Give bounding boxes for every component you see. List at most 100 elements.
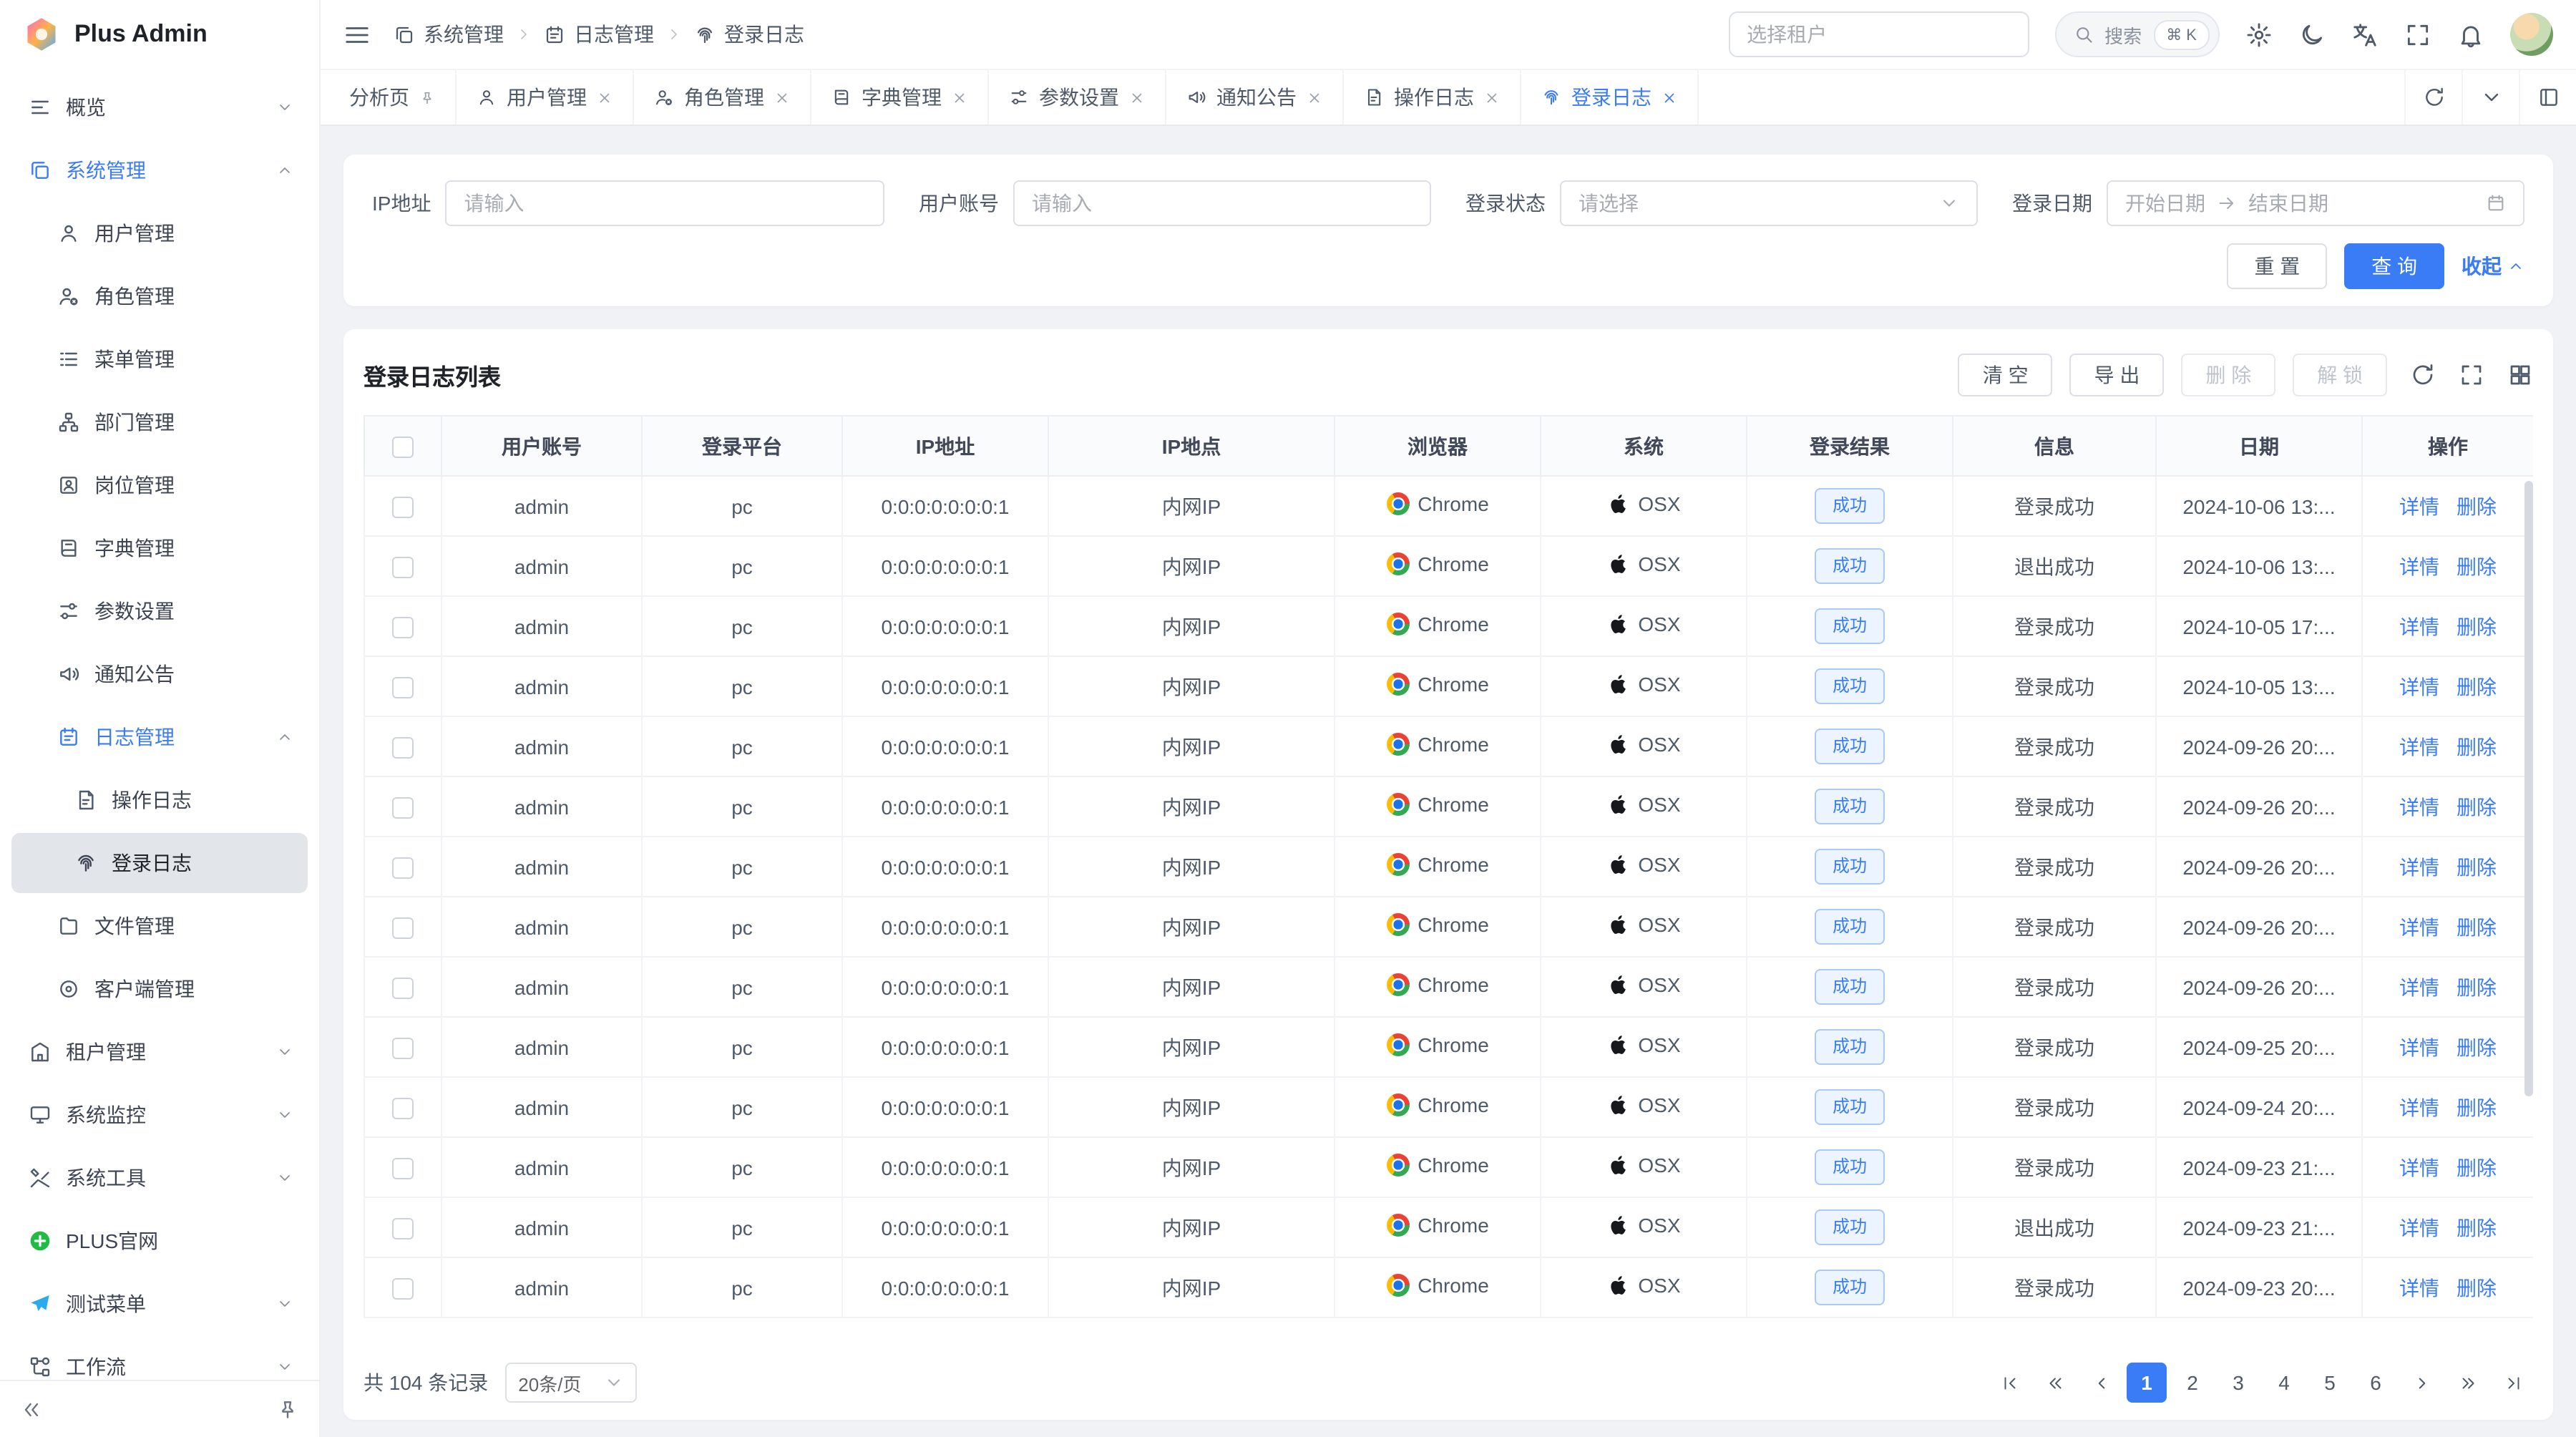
page-2-button[interactable]: 2 [2172,1363,2212,1403]
breadcrumb-system-management[interactable]: 系统管理 [394,20,504,49]
delete-link[interactable]: 删除 [2457,732,2497,761]
row-checkbox[interactable] [392,1158,414,1179]
detail-link[interactable]: 详情 [2399,672,2439,701]
pin-sidebar-icon[interactable] [276,1398,299,1421]
delete-link[interactable]: 删除 [2457,672,2497,701]
sidebar-item-tenant-management[interactable]: 租户管理 [11,1022,308,1082]
tab-user-management[interactable]: 用户管理 [457,70,634,125]
sidebar-item-operation-log[interactable]: 操作日志 [11,770,308,830]
app-logo[interactable]: Plus Admin [0,0,319,69]
sidebar-item-role-management[interactable]: 角色管理 [11,266,308,326]
table-fullscreen-icon[interactable] [2459,362,2484,388]
tab-options-chevron-icon[interactable] [2462,70,2519,125]
breadcrumb-log-management[interactable]: 日志管理 [544,20,654,49]
breadcrumb-login-log[interactable]: 登录日志 [694,20,804,49]
sidebar-item-system-tools[interactable]: 系统工具 [11,1148,308,1208]
sidebar-item-notice[interactable]: 通知公告 [11,644,308,704]
global-search[interactable]: 搜索 ⌘ K [2054,11,2220,57]
row-checkbox[interactable] [392,557,414,578]
settings-gear-icon[interactable] [2245,21,2273,48]
sidebar-item-system-monitor[interactable]: 系统监控 [11,1085,308,1145]
delete-link[interactable]: 删除 [2457,552,2497,580]
delete-link[interactable]: 删除 [2457,612,2497,640]
tenant-select[interactable] [1728,11,2029,57]
row-checkbox[interactable] [392,978,414,999]
clear-button[interactable]: 清 空 [1958,354,2053,396]
sidebar-item-test-menu[interactable]: 测试菜单 [11,1274,308,1334]
delete-link[interactable]: 删除 [2457,1153,2497,1182]
user-account-input[interactable] [1013,180,1431,226]
delete-button[interactable]: 删 除 [2181,354,2275,396]
close-tab-icon[interactable] [1662,89,1677,105]
sidebar-item-post-management[interactable]: 岗位管理 [11,455,308,515]
close-tab-icon[interactable] [1129,89,1145,105]
tab-analysis[interactable]: 分析页 [329,70,457,125]
row-checkbox[interactable] [392,1038,414,1059]
sidebar-item-workflow[interactable]: 工作流 [11,1337,308,1380]
tab-login-log[interactable]: 登录日志 [1521,70,1699,125]
close-tab-icon[interactable] [597,89,613,105]
page-1-button[interactable]: 1 [2127,1363,2167,1403]
fast-forward-button[interactable] [2447,1363,2487,1403]
detail-link[interactable]: 详情 [2399,1093,2439,1121]
collapse-filter-link[interactable]: 收起 [2462,252,2524,281]
delete-link[interactable]: 删除 [2457,912,2497,941]
page-4-button[interactable]: 4 [2264,1363,2304,1403]
sidebar-item-log-management[interactable]: 日志管理 [11,707,308,767]
collapse-sidebar-icon[interactable] [20,1398,43,1421]
tab-param-settings[interactable]: 参数设置 [989,70,1166,125]
table-refresh-icon[interactable] [2410,362,2436,388]
row-checkbox[interactable] [392,1098,414,1119]
delete-link[interactable]: 删除 [2457,792,2497,821]
page-5-button[interactable]: 5 [2310,1363,2350,1403]
delete-link[interactable]: 删除 [2457,852,2497,881]
row-checkbox[interactable] [392,677,414,698]
dark-mode-moon-icon[interactable] [2298,21,2326,48]
query-button[interactable]: 查 询 [2344,243,2444,289]
notification-bell-icon[interactable] [2457,21,2484,48]
content-fullscreen-icon[interactable] [2519,70,2576,125]
detail-link[interactable]: 详情 [2399,973,2439,1001]
next-page-button[interactable] [2401,1363,2441,1403]
delete-link[interactable]: 删除 [2457,492,2497,520]
prev-page-button[interactable] [2081,1363,2121,1403]
row-checkbox[interactable] [392,1278,414,1300]
user-avatar[interactable] [2510,13,2553,56]
pin-icon[interactable] [419,89,435,105]
detail-link[interactable]: 详情 [2399,552,2439,580]
delete-link[interactable]: 删除 [2457,1213,2497,1242]
translate-icon[interactable] [2351,21,2379,48]
detail-link[interactable]: 详情 [2399,1033,2439,1061]
sidebar-item-param-settings[interactable]: 参数设置 [11,581,308,641]
close-tab-icon[interactable] [774,89,790,105]
row-checkbox[interactable] [392,737,414,759]
detail-link[interactable]: 详情 [2399,852,2439,881]
page-size-select[interactable]: 20条/页 [505,1363,637,1403]
detail-link[interactable]: 详情 [2399,792,2439,821]
sidebar-item-menu-management[interactable]: 菜单管理 [11,329,308,389]
first-page-button[interactable] [1989,1363,2029,1403]
detail-link[interactable]: 详情 [2399,612,2439,640]
delete-link[interactable]: 删除 [2457,1273,2497,1302]
tab-notice[interactable]: 通知公告 [1166,70,1344,125]
row-checkbox[interactable] [392,797,414,819]
fast-backward-button[interactable] [2035,1363,2075,1403]
row-checkbox[interactable] [392,1218,414,1239]
reset-button[interactable]: 重 置 [2227,243,2327,289]
ip-address-input[interactable] [445,180,884,226]
detail-link[interactable]: 详情 [2399,732,2439,761]
last-page-button[interactable] [2493,1363,2533,1403]
row-checkbox[interactable] [392,617,414,638]
sidebar-item-dept-management[interactable]: 部门管理 [11,392,308,452]
sidebar-item-login-log[interactable]: 登录日志 [11,833,308,893]
sidebar-item-dict-management[interactable]: 字典管理 [11,518,308,578]
detail-link[interactable]: 详情 [2399,1153,2439,1182]
detail-link[interactable]: 详情 [2399,1273,2439,1302]
select-all-checkbox[interactable] [392,437,414,458]
page-6-button[interactable]: 6 [2356,1363,2396,1403]
sidebar-item-client-management[interactable]: 客户端管理 [11,959,308,1019]
login-status-select[interactable]: 请选择 [1560,180,1978,226]
tab-dict-management[interactable]: 字典管理 [811,70,989,125]
detail-link[interactable]: 详情 [2399,492,2439,520]
close-tab-icon[interactable] [1484,89,1500,105]
